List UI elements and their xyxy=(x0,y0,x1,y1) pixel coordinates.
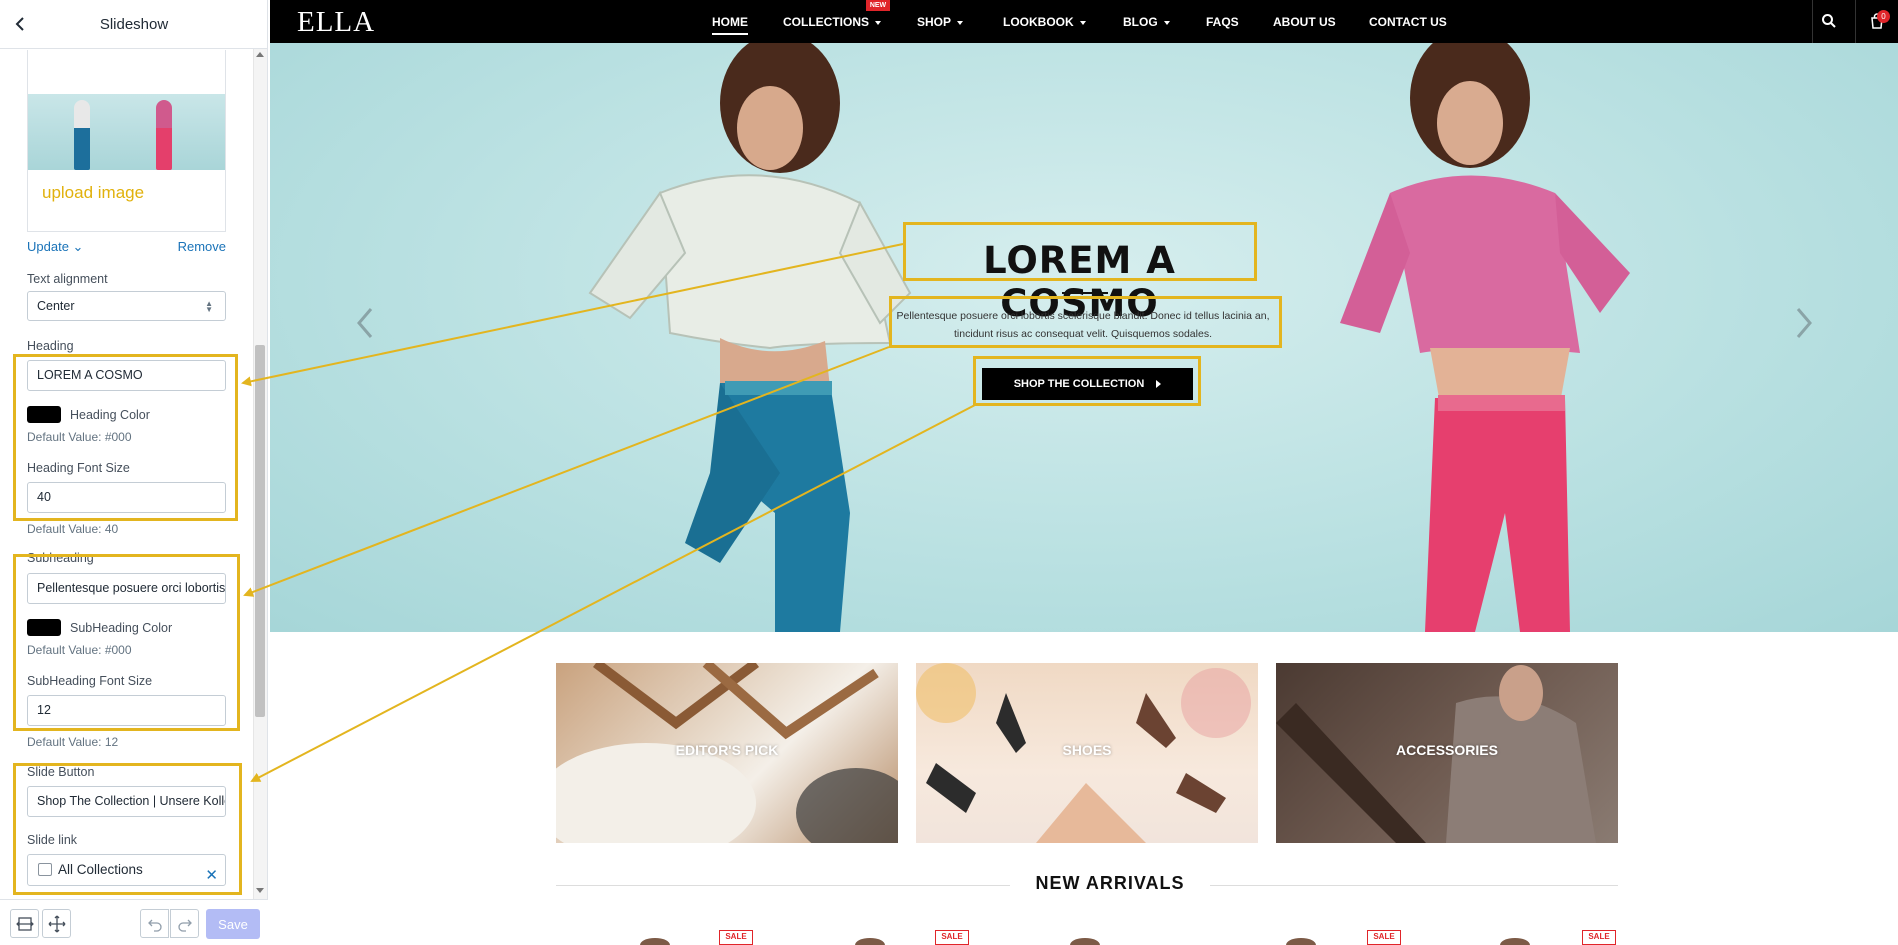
panel-title: Slideshow xyxy=(99,15,169,33)
new-arrivals-heading: NEW ARRIVALS xyxy=(1010,873,1210,894)
subheading-highlight xyxy=(13,554,240,731)
panel-scroll-area: upload image Update ⌄ Remove Text alignm… xyxy=(0,49,268,899)
nav-contact-us[interactable]: CONTACT US xyxy=(1369,15,1447,29)
width-icon xyxy=(15,916,34,931)
slide-prev-icon[interactable] xyxy=(355,305,375,341)
theme-editor-panel: Slideshow upload image Update ⌄ Remove T… xyxy=(0,0,268,945)
category-label: SHOES xyxy=(1062,742,1112,758)
sale-badge: SALE xyxy=(1582,930,1616,945)
remove-image-button[interactable]: Remove xyxy=(178,239,226,254)
hero-slideshow: LOREM A COSMO Pellentesque posuere orci … xyxy=(270,43,1898,632)
product-thumbnail[interactable] xyxy=(855,938,885,945)
panel-scrollbar-thumb[interactable] xyxy=(255,345,265,717)
caret-down-icon xyxy=(957,20,964,25)
section-width-button[interactable] xyxy=(10,909,39,938)
panel-footer: Save xyxy=(0,899,268,945)
nav-separator xyxy=(1812,0,1813,43)
nav-active-indicator xyxy=(712,33,748,35)
new-badge: NEW xyxy=(866,0,890,11)
category-label: EDITOR'S PICK xyxy=(675,742,779,758)
nav-faqs[interactable]: FAQS xyxy=(1206,15,1239,29)
text-alignment-select[interactable]: Center ▲ ▼ xyxy=(27,291,226,321)
hero-button-highlight xyxy=(973,356,1201,406)
subheading-font-size-default: Default Value: 12 xyxy=(27,735,119,749)
hero-model-right xyxy=(1340,43,1630,632)
hero-heading-highlight xyxy=(903,222,1257,281)
caret-down-icon xyxy=(1163,20,1170,25)
hero-divider xyxy=(1062,292,1108,294)
nav-separator xyxy=(1855,0,1856,43)
panel-header: Slideshow xyxy=(0,0,268,49)
nav-shop[interactable]: SHOP xyxy=(917,15,964,29)
nav-about-us[interactable]: ABOUT US xyxy=(1273,15,1336,29)
sale-badge: SALE xyxy=(935,930,969,945)
text-alignment-label: Text alignment xyxy=(27,272,108,286)
cart-count-badge: 0 xyxy=(1877,10,1890,23)
back-arrow-icon[interactable] xyxy=(10,14,30,34)
product-thumbnail[interactable] xyxy=(1286,938,1316,945)
undo-icon xyxy=(147,919,162,932)
store-logo[interactable]: ELLA xyxy=(297,6,375,39)
caret-down-icon xyxy=(875,20,881,25)
nav-collections[interactable]: COLLECTIONS xyxy=(783,15,881,29)
scroll-up-icon[interactable] xyxy=(256,52,264,57)
sale-badge: SALE xyxy=(719,930,753,945)
redo-button[interactable] xyxy=(170,909,199,938)
slide-image-thumbnail xyxy=(28,94,225,170)
update-image-button[interactable]: Update ⌄ xyxy=(27,239,83,255)
product-thumbnail[interactable] xyxy=(640,938,670,945)
scroll-down-icon[interactable] xyxy=(256,888,264,893)
product-thumbnail[interactable] xyxy=(1070,938,1100,945)
slide-image-preview[interactable]: upload image xyxy=(27,50,226,232)
slide-button-highlight xyxy=(13,763,242,895)
category-label: ACCESSORIES xyxy=(1396,742,1498,758)
save-button[interactable]: Save xyxy=(206,909,260,939)
select-arrows-icon: ▲ ▼ xyxy=(205,299,213,314)
nav-blog[interactable]: BLOG xyxy=(1123,15,1170,29)
top-navigation: ELLA HOME COLLECTIONS NEW SHOP LOOKBOOK … xyxy=(270,0,1898,43)
redo-icon xyxy=(177,919,192,932)
hero-subheading-highlight xyxy=(889,296,1282,348)
caret-down-icon xyxy=(1079,20,1086,25)
slide-next-icon[interactable] xyxy=(1794,305,1814,341)
undo-button[interactable] xyxy=(140,909,169,938)
heading-font-size-default: Default Value: 40 xyxy=(27,522,119,536)
heading-highlight xyxy=(13,354,238,521)
category-tile-editors-pick[interactable]: EDITOR'S PICK xyxy=(556,663,898,843)
nav-home[interactable]: HOME xyxy=(712,15,748,29)
nav-lookbook[interactable]: LOOKBOOK xyxy=(1003,15,1086,29)
category-tile-shoes[interactable]: SHOES xyxy=(916,663,1258,843)
inspector-button[interactable] xyxy=(42,909,71,938)
search-icon[interactable] xyxy=(1821,13,1837,29)
heading-label: Heading xyxy=(27,339,74,353)
move-icon xyxy=(48,915,65,932)
store-preview: ELLA HOME COLLECTIONS NEW SHOP LOOKBOOK … xyxy=(270,0,1898,945)
sale-badge: SALE xyxy=(1367,930,1401,945)
category-tile-accessories[interactable]: ACCESSORIES xyxy=(1276,663,1618,843)
product-thumbnail[interactable] xyxy=(1500,938,1530,945)
upload-image-link[interactable]: upload image xyxy=(42,183,144,203)
